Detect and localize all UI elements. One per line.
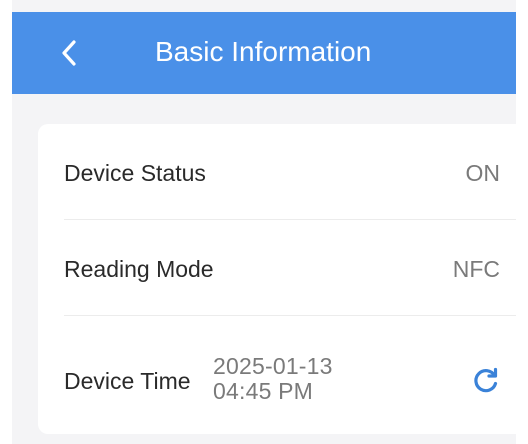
device-status-value: ON [465, 160, 501, 186]
reading-mode-label: Reading Mode [64, 256, 214, 282]
info-card: Device Status ON Reading Mode NFC Device… [38, 124, 516, 434]
app-header: Basic Information [12, 12, 516, 94]
refresh-time-button[interactable] [472, 366, 500, 394]
page-title: Basic Information [155, 36, 372, 67]
back-button[interactable] [52, 36, 86, 70]
device-time-value: 2025-01-13 04:45 PM [213, 353, 333, 404]
device-status-label: Device Status [64, 160, 206, 186]
chevron-left-icon [59, 38, 79, 68]
screen: Basic Information Device Status ON Readi… [12, 0, 516, 444]
device-time-row: Device Time 2025-01-13 04:45 PM [64, 316, 500, 434]
reading-mode-value: NFC [452, 256, 500, 282]
device-time-label: Device Time [64, 368, 191, 394]
reading-mode-row: Reading Mode NFC [64, 220, 500, 314]
refresh-icon [472, 366, 500, 394]
device-status-row: Device Status ON [64, 124, 500, 218]
